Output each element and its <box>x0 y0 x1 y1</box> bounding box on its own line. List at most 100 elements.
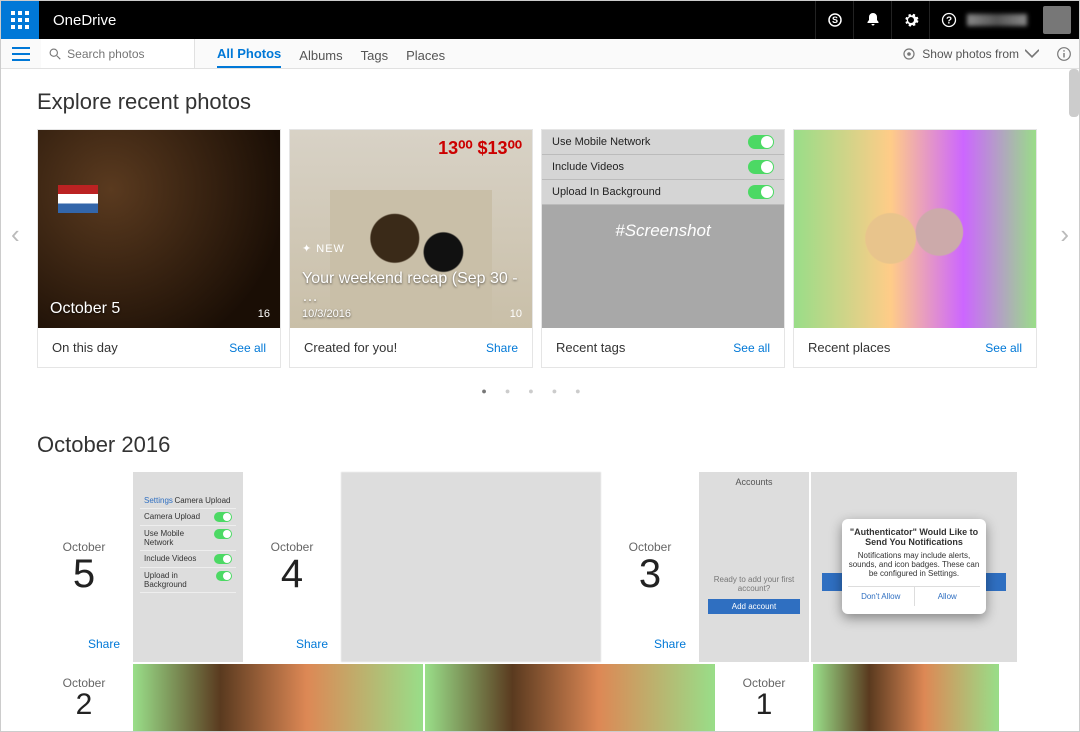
mini-row: Use Mobile Network <box>144 529 214 547</box>
tab-tags[interactable]: Tags <box>361 42 388 68</box>
carousel-dots[interactable]: ●●●●● <box>37 386 1043 396</box>
notifications-button[interactable] <box>853 1 891 39</box>
mini-switch-icon <box>214 529 232 539</box>
created-for-you-photo[interactable]: NEW Your weekend recap (Sep 30 - … 10/3/… <box>290 130 532 328</box>
user-name[interactable] <box>967 14 1027 26</box>
show-from-label: Show photos from <box>922 47 1019 61</box>
chevron-down-icon <box>1025 47 1039 61</box>
explore-card-recent-places[interactable]: Recent places See all <box>793 129 1037 368</box>
accounts-add-btn: Add account <box>708 599 800 614</box>
photo-oct5-screenshot[interactable]: SettingsCamera Upload Camera Upload Use … <box>133 472 243 662</box>
mini-switch-icon <box>216 571 232 581</box>
toggle-switch-icon <box>748 185 774 199</box>
recent-tags-see-all[interactable]: See all <box>733 341 770 355</box>
help-button[interactable]: ? <box>929 1 967 39</box>
info-icon <box>1056 46 1072 62</box>
month-grid: October 5 Share SettingsCamera Upload Ca… <box>37 472 1043 731</box>
day-share-link[interactable]: Share <box>654 637 686 651</box>
day-number: 3 <box>639 554 661 594</box>
day-number: 2 <box>76 690 93 720</box>
explore-row: ‹ › October 5 16 On this day See all NEW… <box>37 129 1043 368</box>
on-this-day-count: 16 <box>258 308 270 320</box>
auth-body: Notifications may include alerts, sounds… <box>849 551 980 578</box>
created-date: 10/3/2016 <box>302 308 351 320</box>
on-this-day-footer: On this day <box>52 340 118 355</box>
photo-oct2-b[interactable] <box>425 664 715 731</box>
skype-button[interactable]: S <box>815 1 853 39</box>
tab-albums[interactable]: Albums <box>299 42 342 68</box>
day-cell-oct-3[interactable]: October 3 Share <box>603 472 697 662</box>
toggle1-label: Use Mobile Network <box>552 136 650 148</box>
toggle-switch-icon <box>748 135 774 149</box>
toggle2-label: Include Videos <box>552 161 624 173</box>
photo-oct3-accounts[interactable]: Accounts Ready to add your first account… <box>699 472 809 662</box>
photo-oct3-authenticator[interactable]: "Authenticator" Would Like to Send You N… <box>811 472 1017 662</box>
app-launcher-button[interactable] <box>1 1 39 39</box>
waffle-icon <box>11 11 29 29</box>
new-badge: NEW <box>302 242 345 255</box>
photos-tabs: All Photos Albums Tags Places <box>195 39 445 68</box>
bell-icon <box>865 12 881 28</box>
mini-back: Settings <box>144 496 173 505</box>
day-cell-oct-4[interactable]: October 4 Share <box>245 472 339 662</box>
nav-toggle-button[interactable] <box>1 39 41 68</box>
show-photos-from-dropdown[interactable]: Show photos from <box>902 39 1049 68</box>
tab-all-photos[interactable]: All Photos <box>217 40 281 68</box>
recent-places-photo[interactable] <box>794 130 1036 328</box>
toggle-switch-icon <box>748 160 774 174</box>
recent-tags-footer: Recent tags <box>556 340 625 355</box>
day-share-link[interactable]: Share <box>88 637 120 651</box>
svg-text:?: ? <box>945 16 951 27</box>
gear-icon <box>903 12 919 28</box>
photo-oct1-a[interactable] <box>813 664 999 731</box>
created-title: Your weekend recap (Sep 30 - … <box>302 270 532 306</box>
info-panel-button[interactable] <box>1049 39 1079 68</box>
gear-small-icon <box>902 47 916 61</box>
day-cell-oct-1[interactable]: October 1 <box>717 664 811 731</box>
auth-title: "Authenticator" Would Like to Send You N… <box>848 527 980 547</box>
user-avatar[interactable] <box>1043 6 1071 34</box>
mini-row: Upload in Background <box>144 571 216 589</box>
explore-card-on-this-day[interactable]: October 5 16 On this day See all <box>37 129 281 368</box>
mini-row: Camera Upload <box>144 512 200 522</box>
help-icon: ? <box>941 12 957 28</box>
hamburger-icon <box>12 47 30 61</box>
on-this-day-photo[interactable]: October 5 16 <box>38 130 280 328</box>
day-share-link[interactable]: Share <box>296 637 328 651</box>
month-heading: October 2016 <box>37 432 1043 458</box>
carousel-prev-button[interactable]: ‹ <box>11 219 20 250</box>
recent-tags-photo[interactable]: Use Mobile Network Include Videos Upload… <box>542 130 784 328</box>
auth-allow: Allow <box>915 587 981 606</box>
day-cell-oct-5[interactable]: October 5 Share <box>37 472 131 662</box>
carousel-next-button[interactable]: › <box>1060 219 1069 250</box>
recent-places-footer: Recent places <box>808 340 890 355</box>
created-share[interactable]: Share <box>486 341 518 355</box>
mini-row: Include Videos <box>144 554 196 564</box>
brand-label: OneDrive <box>39 1 130 39</box>
day-number: 1 <box>756 690 773 720</box>
photo-oct2-a[interactable] <box>133 664 423 731</box>
explore-card-recent-tags[interactable]: Use Mobile Network Include Videos Upload… <box>541 129 785 368</box>
on-this-day-see-all[interactable]: See all <box>229 341 266 355</box>
photo-oct4-document[interactable] <box>341 472 601 662</box>
tag-hashtag: #Screenshot <box>542 221 784 241</box>
toggle3-label: Upload In Background <box>552 186 661 198</box>
mini-switch-icon <box>214 554 232 564</box>
explore-card-created-for-you[interactable]: NEW Your weekend recap (Sep 30 - … 10/3/… <box>289 129 533 368</box>
main-content: Explore recent photos ‹ › October 5 16 O… <box>1 69 1079 731</box>
tab-places[interactable]: Places <box>406 42 445 68</box>
auth-dont-allow: Don't Allow <box>848 587 915 606</box>
recent-places-see-all[interactable]: See all <box>985 341 1022 355</box>
accounts-msg: Ready to add your first account? <box>700 575 808 593</box>
settings-button[interactable] <box>891 1 929 39</box>
day-cell-oct-2[interactable]: October 2 <box>37 664 131 731</box>
screenshot-toggles: Use Mobile Network Include Videos Upload… <box>542 130 784 205</box>
explore-heading: Explore recent photos <box>37 89 1043 115</box>
app-top-bar: OneDrive S ? <box>1 1 1079 39</box>
auth-dialog: "Authenticator" Would Like to Send You N… <box>842 519 986 614</box>
search-input[interactable] <box>67 47 186 61</box>
photos-sub-bar: All Photos Albums Tags Places Show photo… <box>1 39 1079 69</box>
skype-icon: S <box>827 12 843 28</box>
created-footer: Created for you! <box>304 340 397 355</box>
search-box[interactable] <box>41 39 195 68</box>
